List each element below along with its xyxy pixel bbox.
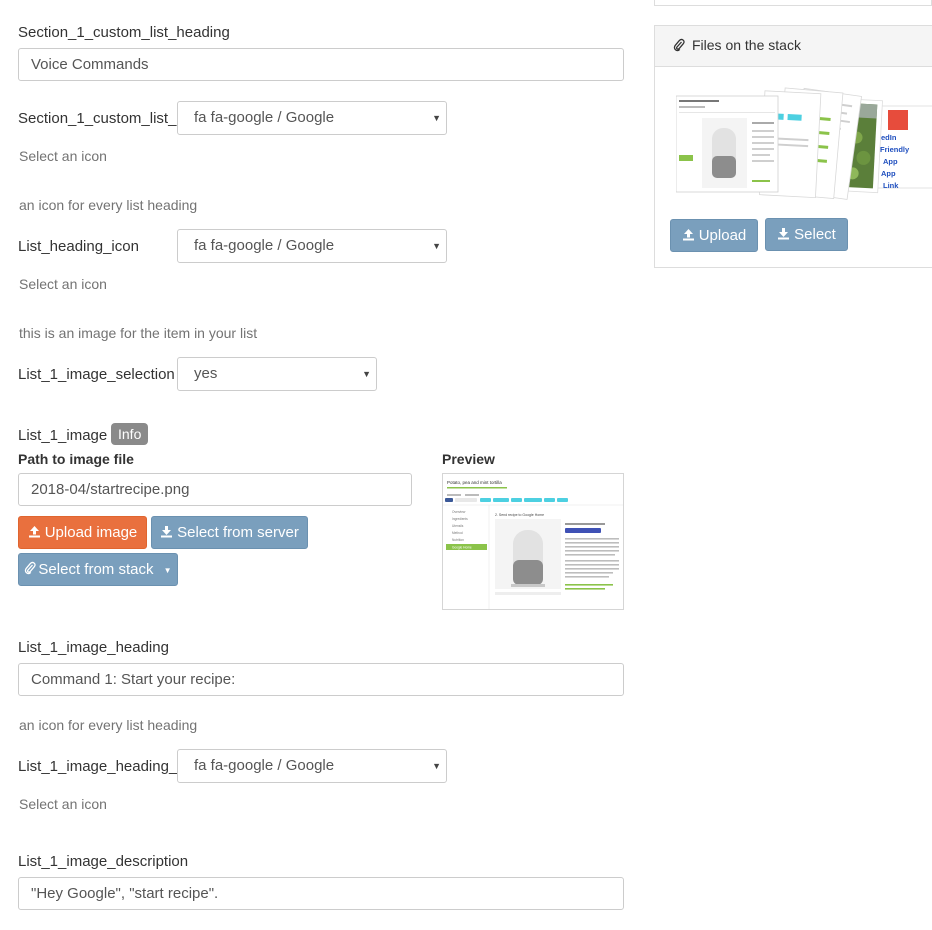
list1-image-selection-desc: this is an image for the item in your li… bbox=[19, 325, 258, 341]
stack-select-button[interactable]: Select bbox=[765, 218, 848, 251]
stack-card-word-5: Link bbox=[883, 181, 899, 190]
preview-thumb-title: Potato, pea and mint tortilla bbox=[447, 480, 502, 485]
svg-text:Utensils: Utensils bbox=[452, 524, 464, 528]
list1-image-description-input[interactable]: "Hey Google", "start recipe". bbox=[18, 877, 624, 910]
list1-image-heading-icon-value: fa fa-google / Google bbox=[194, 757, 335, 774]
section1-icon-label: Section_1_custom_list_ bbox=[18, 110, 177, 127]
svg-text:Ingredients: Ingredients bbox=[452, 517, 468, 521]
list-heading-icon-select-value: fa fa-google / Google bbox=[194, 237, 335, 254]
section1-icon-select-value: fa fa-google / Google bbox=[194, 109, 335, 126]
select-from-server-button[interactable]: Select from server bbox=[151, 516, 308, 549]
section1-icon-select[interactable]: fa fa-google / Google ▼ bbox=[177, 101, 447, 135]
stack-panel: Files on the stack edIn Friendly App App… bbox=[654, 25, 932, 268]
list1-image-heading-label: List_1_image_heading bbox=[18, 639, 169, 656]
list1-image-heading-icon-help: Select an icon bbox=[19, 796, 107, 812]
list-heading-icon-desc: an icon for every list heading bbox=[19, 197, 198, 213]
section1-heading-input[interactable]: Voice Commands bbox=[18, 48, 624, 81]
info-badge[interactable]: Info bbox=[111, 423, 149, 445]
list1-image-selection-value: yes bbox=[194, 365, 218, 382]
svg-text:Nutrition: Nutrition bbox=[452, 538, 464, 542]
preview-thumb-heading: 2. Send recipe to Google Home bbox=[495, 513, 544, 517]
caret-down-icon: ▼ bbox=[432, 113, 441, 123]
caret-down-icon: ▼ bbox=[432, 761, 441, 771]
preview-label: Preview bbox=[442, 451, 495, 467]
list1-image-heading-icon-desc: an icon for every list heading bbox=[19, 717, 198, 733]
svg-text:Google Home: Google Home bbox=[452, 546, 472, 550]
stack-thumbnails[interactable]: edIn Friendly App App Link bbox=[676, 78, 932, 210]
caret-down-icon: ▼ bbox=[163, 565, 172, 575]
list1-image-heading-input[interactable]: Command 1: Start your recipe: bbox=[18, 663, 624, 696]
list-heading-icon-select[interactable]: fa fa-google / Google ▼ bbox=[177, 229, 447, 263]
stack-card-word-2: Friendly bbox=[880, 145, 910, 154]
previous-panel-edge bbox=[654, 0, 932, 6]
section1-icon-help: Select an icon bbox=[19, 148, 107, 164]
section1-heading-label: Section_1_custom_list_heading bbox=[18, 24, 230, 41]
paperclip-icon bbox=[24, 555, 37, 586]
select-from-stack-button[interactable]: Select from stack ▼ bbox=[18, 553, 178, 586]
list-heading-icon-label: List_heading_icon bbox=[18, 238, 139, 255]
stack-card-word-3: App bbox=[883, 157, 898, 166]
stack-cards-graphic: edIn Friendly App App Link bbox=[676, 87, 932, 200]
upload-image-button[interactable]: Upload image bbox=[18, 516, 147, 549]
preview-thumbnail-graphic: Potato, pea and mint tortilla Overview I… bbox=[443, 474, 623, 609]
upload-icon bbox=[28, 518, 41, 549]
download-icon bbox=[777, 220, 790, 251]
svg-text:Method: Method bbox=[452, 531, 463, 535]
svg-text:Overview: Overview bbox=[452, 510, 466, 514]
list-heading-icon-help: Select an icon bbox=[19, 276, 107, 292]
stack-panel-header: Files on the stack bbox=[655, 26, 932, 67]
list1-image-heading-icon-label: List_1_image_heading_ bbox=[18, 758, 178, 775]
stack-card-word-4: App bbox=[881, 169, 896, 178]
image-path-input[interactable]: 2018-04/startrecipe.png bbox=[18, 473, 412, 506]
list1-image-heading-icon-select[interactable]: fa fa-google / Google ▼ bbox=[177, 749, 447, 783]
paperclip-icon bbox=[673, 38, 685, 55]
caret-down-icon: ▼ bbox=[362, 369, 371, 379]
image-preview: Potato, pea and mint tortilla Overview I… bbox=[442, 473, 624, 610]
upload-icon bbox=[682, 221, 695, 252]
list1-image-selection-select[interactable]: yes ▼ bbox=[177, 357, 377, 391]
list1-image-selection-label: List_1_image_selection bbox=[18, 366, 175, 383]
path-label: Path to image file bbox=[18, 451, 134, 467]
download-icon bbox=[160, 518, 173, 549]
list1-image-label: List_1_image bbox=[18, 427, 108, 444]
caret-down-icon: ▼ bbox=[432, 241, 441, 251]
list1-image-description-label: List_1_image_description bbox=[18, 853, 189, 870]
stack-panel-title: Files on the stack bbox=[692, 37, 801, 53]
stack-upload-button[interactable]: Upload bbox=[670, 219, 758, 252]
stack-card-word-1: edIn bbox=[881, 133, 897, 142]
